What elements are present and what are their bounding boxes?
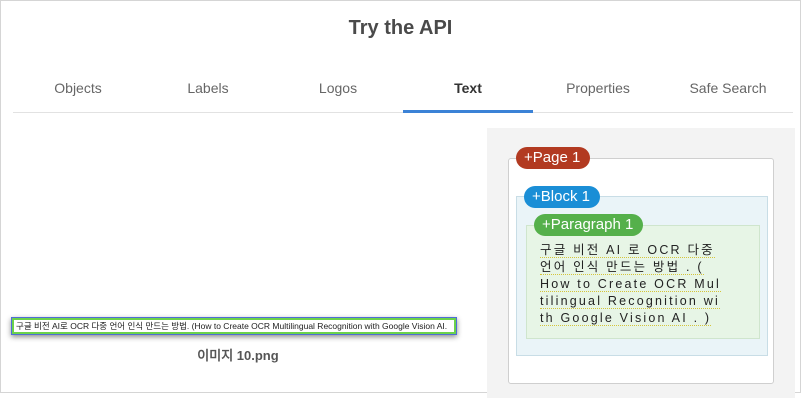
block-1-toggle[interactable]: +Block 1 <box>524 186 600 208</box>
tab-objects[interactable]: Objects <box>13 66 143 112</box>
ocr-paragraph-text: 구글 비전 AI 로 OCR 다중 언어 인식 만드는 방법 . ( How t… <box>540 242 758 327</box>
page-1-toggle[interactable]: +Page 1 <box>516 147 591 169</box>
tab-labels[interactable]: Labels <box>143 66 273 112</box>
ocr-line: 언어 인식 만드는 방법 . ( <box>540 260 704 275</box>
tab-properties[interactable]: Properties <box>533 66 663 112</box>
tab-safe-search[interactable]: Safe Search <box>663 66 793 112</box>
image-filename: 이미지 10.png <box>197 348 279 363</box>
thumbnail-text: 구글 비전 AI로 OCR 다중 언어 인식 만드는 방법. (How to C… <box>11 317 457 335</box>
tab-text[interactable]: Text <box>403 66 533 113</box>
image-thumbnail[interactable]: 구글 비전 AI로 OCR 다중 언어 인식 만드는 방법. (How to C… <box>11 317 457 335</box>
ocr-line: tilingual Recognition wi <box>540 294 720 309</box>
ocr-line: th Google Vision AI . ) <box>540 311 712 326</box>
tab-logos[interactable]: Logos <box>273 66 403 112</box>
page-title: Try the API <box>348 17 453 39</box>
ocr-line: How to Create OCR Mul <box>540 277 721 292</box>
ocr-line: 구글 비전 AI 로 OCR 다중 <box>540 243 715 258</box>
tab-bar: Objects Labels Logos Text Properties Saf… <box>13 66 793 113</box>
paragraph-1-toggle[interactable]: +Paragraph 1 <box>534 214 644 236</box>
